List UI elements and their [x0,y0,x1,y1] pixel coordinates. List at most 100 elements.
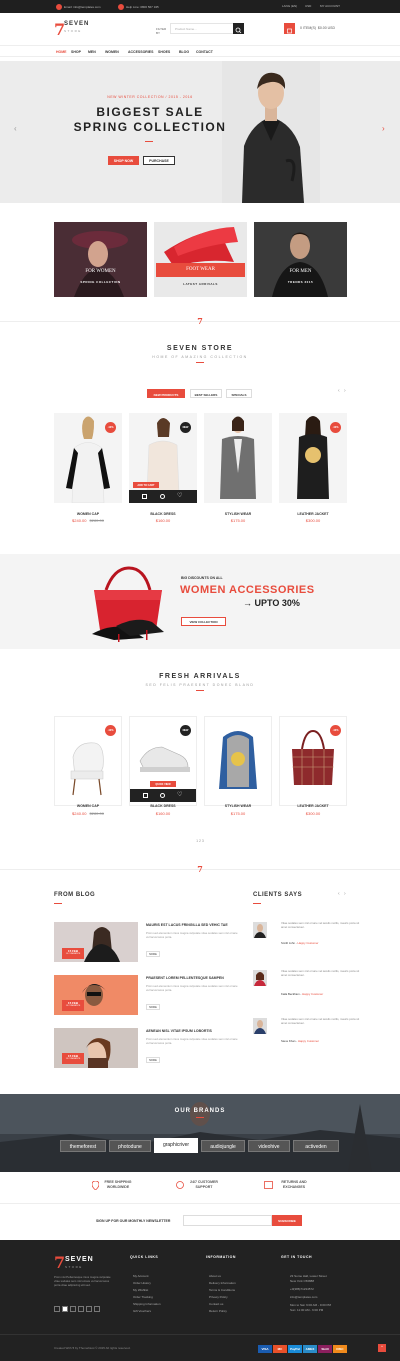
nav-shop[interactable]: SHOP [71,50,81,54]
pinterest-icon[interactable] [78,1306,84,1312]
linkedin-icon[interactable] [86,1306,92,1312]
client-name-text: Steve Khan [281,1039,296,1043]
product-name[interactable]: WOMEN CAP [54,512,122,516]
brand-logo-videohive[interactable]: videohive [248,1140,290,1152]
blog-more-button[interactable]: MORE [146,1004,160,1010]
price-old: $280.00 [89,811,104,816]
search-button[interactable] [233,23,244,34]
newsletter-email-input[interactable] [183,1215,272,1226]
purchase-button[interactable]: PURCHASE [143,156,175,165]
product-name[interactable]: BLACK DRESS [129,512,197,516]
footer-link[interactable]: Terms & Conditions [209,1288,235,1292]
footer-link[interactable]: Order History [133,1281,151,1285]
product-card[interactable] [204,413,272,503]
product-name[interactable]: LEATHER JACKET [279,804,347,808]
tab-new-products[interactable]: NEW PRODUCTS [147,389,185,398]
cart-icon[interactable] [143,793,148,798]
logo-name[interactable]: SEVEN [64,21,89,27]
promo-kicker: BIG DISCOUNTS ON ALL [181,576,223,580]
footer-link[interactable]: My Account [133,1274,149,1278]
email-info[interactable]: Email: info@templates.com [56,4,101,10]
nav-shoes[interactable]: SHOES [158,50,170,54]
quick-view-icon[interactable] [160,793,165,798]
subscribe-button[interactable]: SUBSCRIBE [272,1215,302,1226]
facebook-icon[interactable] [54,1306,60,1312]
product-card[interactable]: -10% [279,716,347,806]
clients-next-arrow[interactable]: › [344,891,346,897]
pagination[interactable]: 1 2 3 [190,839,210,843]
product-card[interactable]: NEW QUICK VIEW ♡ [129,716,197,806]
brand-logo-themeforest[interactable]: themeforest [60,1140,106,1152]
product-card[interactable] [204,716,272,806]
search-input[interactable]: Product Name... [170,23,234,34]
category-footwear[interactable]: FOOT WEAR LATEST ARRIVALS [154,222,247,297]
footer-email[interactable]: info@templates.com [290,1295,317,1299]
footer-address-2: New York C56888 [290,1279,315,1283]
product-card[interactable]: NEW ADD TO CART ♡ [129,413,197,503]
nav-blog[interactable]: BLOG [179,50,189,54]
product-name[interactable]: LEATHER JACKET [279,512,347,516]
category-women-label: FOR WOMEN [85,269,116,274]
footer-link[interactable]: About us [209,1274,221,1278]
category-women[interactable]: FOR WOMEN SPRING COLLECTION [54,222,147,297]
nav-accessories[interactable]: ACCESSORIES [128,50,153,54]
blog-more-button[interactable]: MORE [146,1057,160,1063]
category-men[interactable]: FOR MEN TRENDS 2015 [254,222,347,297]
nav-women[interactable]: WOMEN [105,50,119,54]
my-account-link[interactable]: MY ACCOUNT [320,4,340,8]
cart-button[interactable] [284,23,295,34]
product-name[interactable]: WOMEN CAP [54,804,122,808]
currency-select[interactable]: USD [305,4,311,8]
blog-post-title[interactable]: PRAESENT LOREM PELLENTESQUE SAMPEN [146,976,224,980]
language-select[interactable]: LANG (EN) [282,4,297,8]
nav-men[interactable]: MEN [88,50,96,54]
footer-link[interactable]: Gift Vouchers [133,1309,151,1313]
product-card[interactable]: -10% [54,413,122,504]
footer-link[interactable]: Order Tracking [133,1295,153,1299]
product-name[interactable]: BLACK DRESS [129,804,197,808]
brand-logo-audiojungle[interactable]: audiojungle [201,1140,245,1152]
footer-link[interactable]: My Wishlist [133,1288,148,1292]
products-next-arrow[interactable]: › [344,388,346,394]
brand-logo-graphicriver[interactable]: graphicriver [154,1138,198,1153]
product-name[interactable]: STYLISH WEAR [204,512,272,516]
cart-summary[interactable]: 0 ITEM(S) $0.00 USD [300,26,335,30]
hero-next-arrow[interactable]: › [382,124,385,133]
products-prev-arrow[interactable]: ‹ [338,388,340,394]
shop-now-button[interactable]: SHOP NOW [108,156,139,165]
hero-prev-arrow[interactable]: ‹ [14,124,17,133]
footer-logo-name[interactable]: SEVEN [65,1256,94,1263]
brand-logo-photodune[interactable]: photodune [109,1140,151,1152]
blog-post-title[interactable]: MAURIS EST LACUS FRINGILLA SED VEHIC TAE [146,923,228,927]
tab-best-sellers[interactable]: BEST SELLERS [190,389,222,398]
blog-post-title[interactable]: AENEAN NISL VITAE IPSUM LOBORTIS [146,1029,212,1033]
twitter-icon[interactable] [62,1306,68,1312]
footer-link[interactable]: Contact us [209,1302,223,1306]
quick-view-icon[interactable] [160,494,165,499]
filter-by-select[interactable]: FILTER BY [156,27,168,35]
product-name[interactable]: STYLISH WEAR [204,804,272,808]
product-card[interactable]: -10% [54,716,122,806]
nav-contact[interactable]: CONTACT [196,50,213,54]
wishlist-icon[interactable]: ♡ [177,791,182,798]
clients-prev-arrow[interactable]: ‹ [338,891,340,897]
cart-icon[interactable] [142,494,147,499]
product-card[interactable]: -10% [279,413,347,503]
brand-logo-activeden[interactable]: activeden [293,1140,339,1152]
wishlist-icon[interactable]: ♡ [177,492,182,499]
add-to-cart-button[interactable]: ADD TO CART [133,482,159,488]
footer-link[interactable]: Privacy Policy [209,1295,228,1299]
footer-link[interactable]: Return Policy [209,1309,227,1313]
support-icon [176,1181,184,1189]
footer-link[interactable]: Delivery Information [209,1281,236,1285]
google-plus-icon[interactable] [70,1306,76,1312]
quick-view-button[interactable]: QUICK VIEW [150,781,176,787]
nav-home[interactable]: HOME [56,50,67,54]
rss-icon[interactable] [94,1306,100,1312]
view-collection-button[interactable]: VIEW COLLECTION [181,617,226,626]
back-to-top-button[interactable]: ^ [378,1344,386,1352]
blog-more-button[interactable]: MORE [146,951,160,957]
tab-specials[interactable]: SPECIALS [226,389,252,398]
footer-link[interactable]: Shipping Information [133,1302,161,1306]
footer-logo-mark[interactable]: 7 [54,1253,65,1272]
